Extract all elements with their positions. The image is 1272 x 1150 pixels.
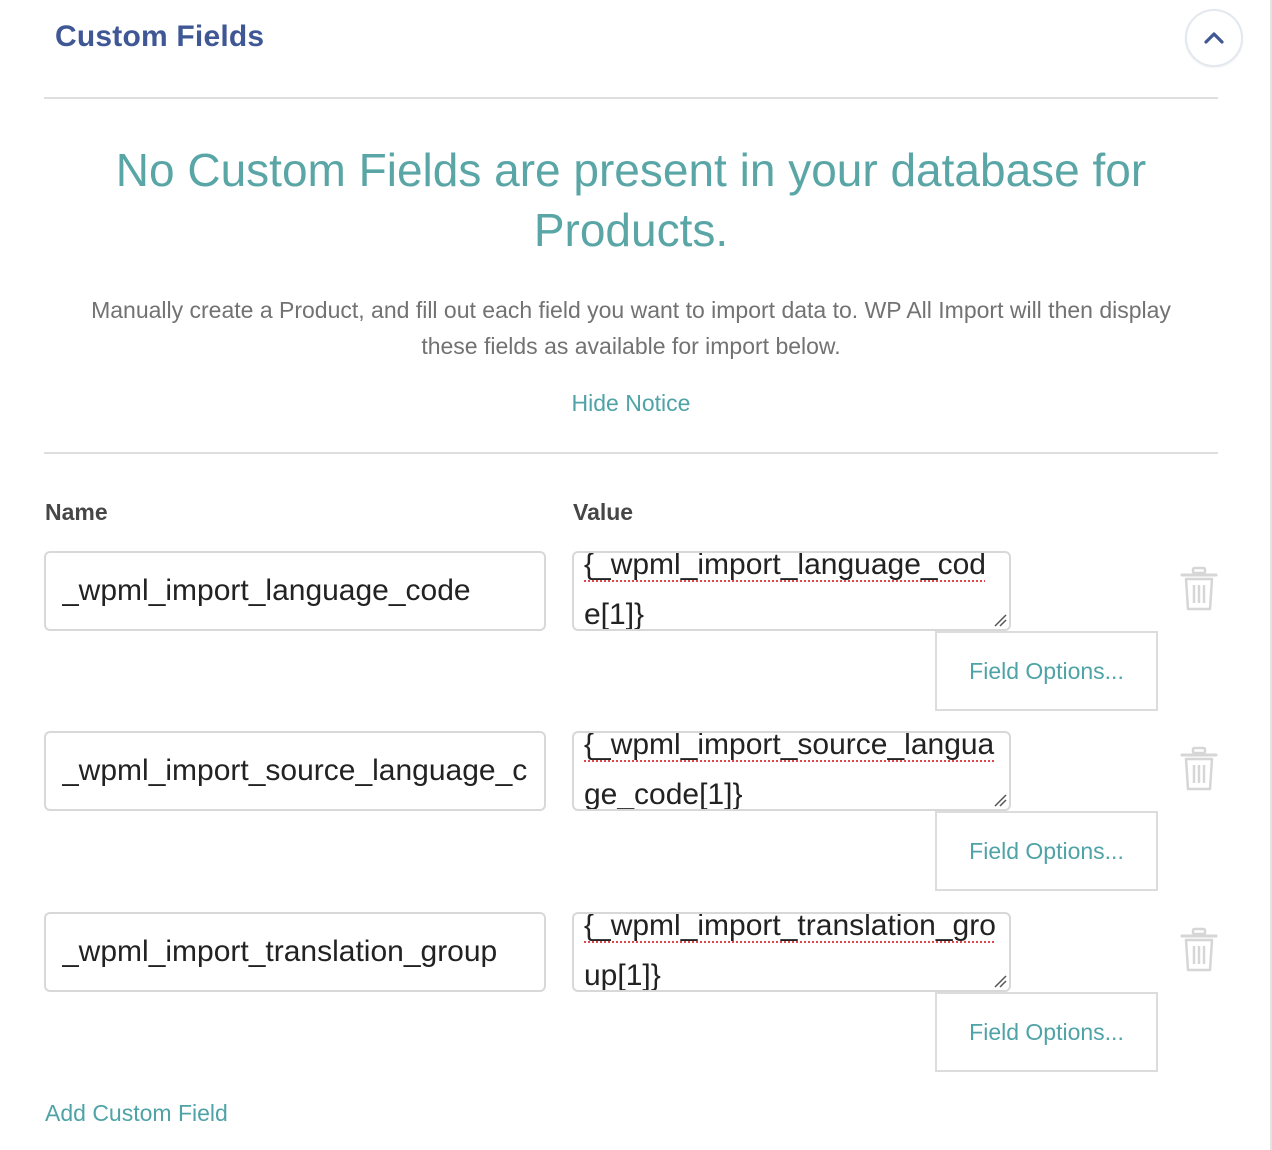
trash-icon[interactable] bbox=[1180, 566, 1218, 612]
section-title: Custom Fields bbox=[55, 20, 265, 53]
add-custom-field-link[interactable]: Add Custom Field bbox=[45, 1100, 228, 1127]
hide-notice-link[interactable]: Hide Notice bbox=[0, 390, 1262, 417]
resize-grip-icon[interactable] bbox=[993, 974, 1007, 988]
field-value-text: {_wpml_import_translation_group[1]} bbox=[584, 912, 996, 992]
field-name-input[interactable] bbox=[44, 551, 546, 631]
chevron-up-icon bbox=[1204, 32, 1224, 44]
collapse-button[interactable] bbox=[1185, 9, 1243, 67]
notice-body: Manually create a Product, and fill out … bbox=[91, 297, 1171, 359]
trash-icon[interactable] bbox=[1180, 746, 1218, 792]
value-column-label: Value bbox=[573, 499, 634, 525]
field-value-text: {_wpml_import_language_code[1]} bbox=[584, 551, 986, 631]
resize-grip-icon[interactable] bbox=[993, 613, 1007, 627]
field-options-button[interactable]: Field Options... bbox=[935, 992, 1158, 1072]
name-column-label: Name bbox=[45, 499, 108, 525]
field-options-button[interactable]: Field Options... bbox=[935, 631, 1158, 711]
notice-heading: No Custom Fields are present in your dat… bbox=[115, 144, 1147, 256]
field-value-text: {_wpml_import_source_language_code[1]} bbox=[584, 731, 995, 811]
field-name-input[interactable] bbox=[44, 912, 546, 992]
field-value-textarea[interactable]: {_wpml_import_language_code[1]} bbox=[572, 551, 1011, 631]
trash-icon[interactable] bbox=[1180, 927, 1218, 973]
resize-grip-icon[interactable] bbox=[993, 793, 1007, 807]
custom-fields-panel: Custom Fields No Custom Fields are prese… bbox=[0, 0, 1272, 1150]
field-name-input[interactable] bbox=[44, 731, 546, 811]
field-value-textarea[interactable]: {_wpml_import_translation_group[1]} bbox=[572, 912, 1011, 992]
header-divider bbox=[44, 97, 1218, 99]
notice-divider bbox=[44, 452, 1218, 454]
field-value-textarea[interactable]: {_wpml_import_source_language_code[1]} bbox=[572, 731, 1011, 811]
field-options-button[interactable]: Field Options... bbox=[935, 811, 1158, 891]
